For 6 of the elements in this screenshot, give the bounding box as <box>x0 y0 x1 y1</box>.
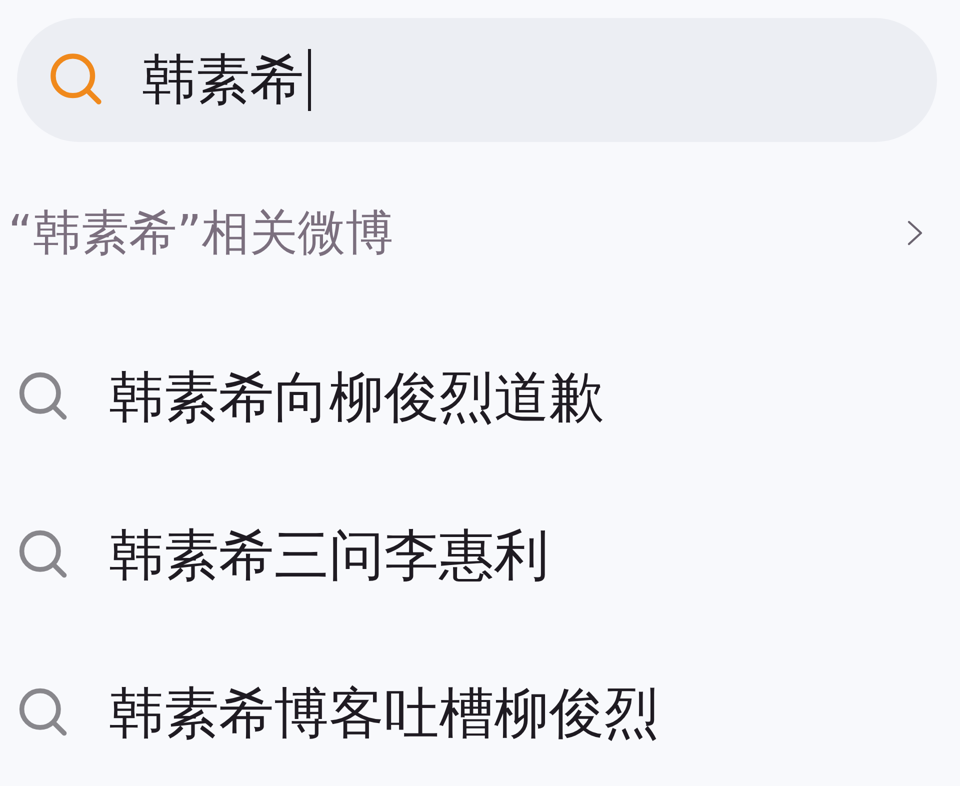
suggestion-item[interactable]: 韩素希向柳俊烈道歉 <box>17 347 604 447</box>
related-posts-link[interactable]: “韩素希”相关微博 <box>8 202 924 264</box>
suggestion-item[interactable]: 韩素希博客吐槽柳俊烈 <box>17 663 659 763</box>
suggestion-item[interactable]: 韩素希三问李惠利 <box>17 505 549 605</box>
search-field[interactable]: 韩素希 <box>17 18 937 142</box>
chevron-right-icon <box>906 220 924 246</box>
